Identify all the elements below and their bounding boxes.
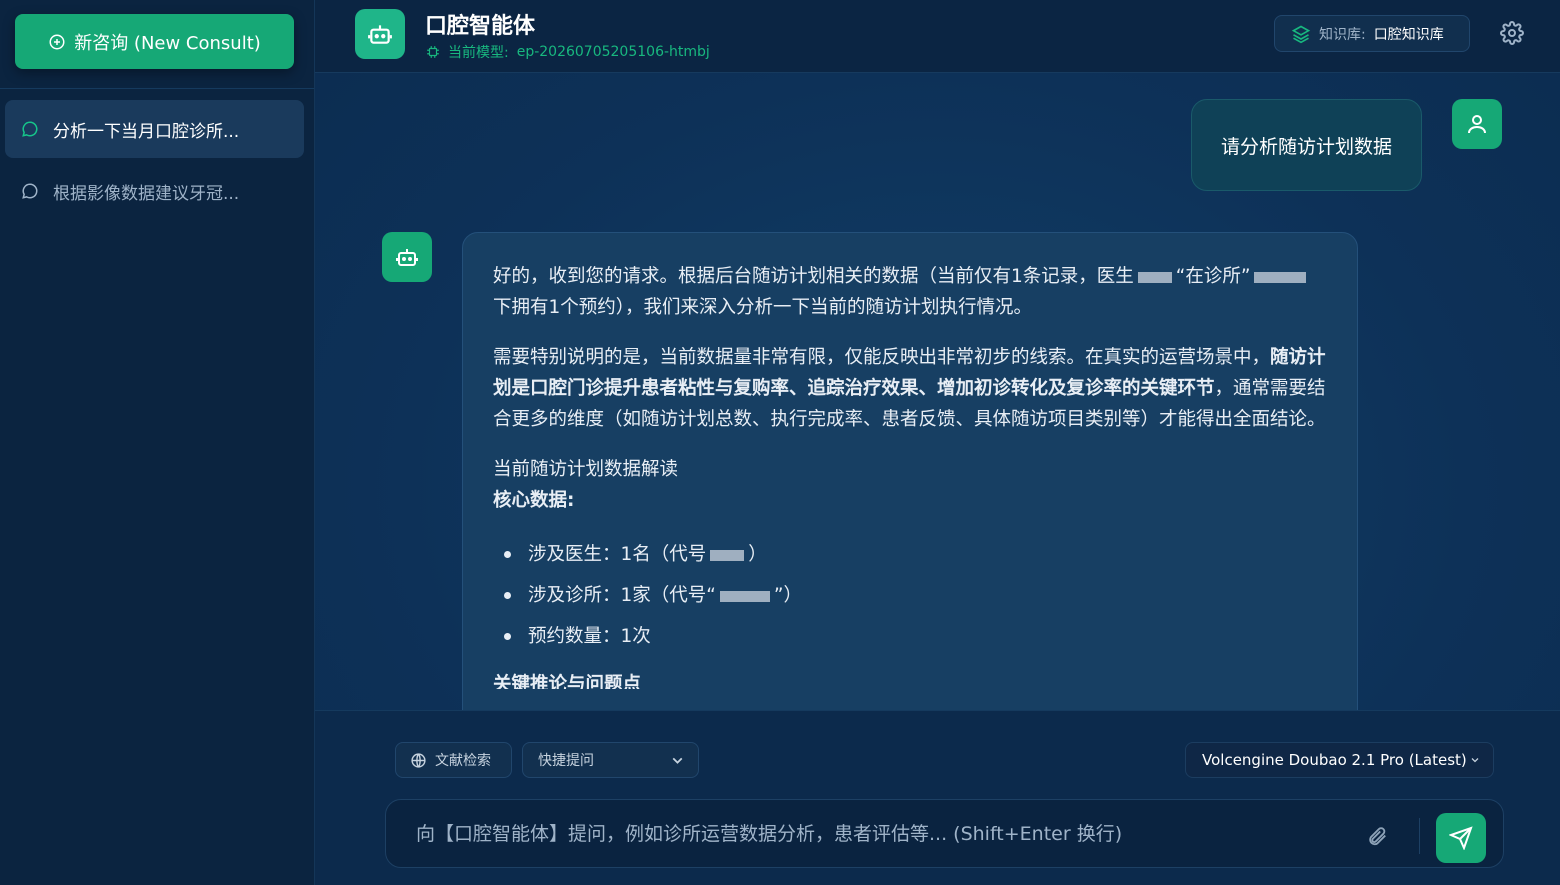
composer: 文献检索 快捷提问 Volcengine Doubao 2.1 Pro (Lat…: [315, 710, 1560, 885]
redacted-block: [1254, 271, 1307, 283]
globe-icon: [411, 752, 426, 768]
model-select[interactable]: Volcengine Doubao 2.1 Pro (Latest): [1185, 742, 1494, 778]
model-select-value: Volcengine Doubao 2.1 Pro (Latest): [1202, 751, 1467, 769]
bot-paragraph: 好的，收到您的请求。根据后台随访计划相关的数据（当前仅有1条记录，医生 “在诊所”…: [493, 261, 1327, 323]
knowledge-base-chip[interactable]: 知识库: 口腔知识库: [1274, 15, 1470, 52]
message-input-box: [385, 799, 1504, 868]
current-model: 当前模型: ep-20260705205106-htmbj: [426, 42, 710, 62]
list-item: 预约数量：1次: [493, 616, 1327, 657]
bot-paragraph: 需要特别说明的是，当前数据量非常有限，仅能反映出非常初步的线索。在真实的运营场景…: [493, 342, 1327, 435]
literature-search-label: 文献检索: [435, 753, 491, 769]
bot-text: 在诊所: [1185, 266, 1241, 287]
core-label: 核心数据:: [493, 490, 575, 511]
conversation-label: 分析一下当月口腔诊所...: [53, 121, 240, 142]
list-item-text: 预约数量：1次: [528, 626, 651, 647]
model-id: ep-20260705205106-htmbj: [516, 44, 710, 60]
chevron-down-icon: [672, 757, 683, 764]
list-item-text: 涉及医生：1名（代号: [528, 544, 707, 565]
layers-icon: [1291, 25, 1311, 43]
model-prefix: 当前模型:: [448, 45, 509, 61]
send-icon: [1449, 826, 1473, 850]
bot-text: 好的，收到您的请求。根据后台随访计划相关的数据（当前仅有1条记录，医生: [493, 266, 1134, 287]
chevron-down-icon: [1471, 758, 1479, 763]
bot-text: 需要特别说明的是，当前数据量非常有限，仅能反映出非常初步的线索。在真实的运营场景…: [493, 347, 1271, 368]
plus-circle-icon: [49, 34, 65, 49]
user-icon: [1468, 115, 1486, 134]
user-message: 请分析随访计划数据: [1191, 99, 1422, 191]
user-avatar: [1452, 99, 1502, 149]
chat-bubble-icon: [22, 183, 38, 199]
app-root: 新咨询 (New Consult) 分析一下当月口腔诊所... 根据影像数据建议…: [0, 0, 1560, 885]
bot-section: 当前随访计划数据解读 核心数据:: [493, 454, 1327, 516]
bot-list: 涉及医生：1名（代号） 涉及诊所：1家（代号“”） 预约数量：1次: [493, 534, 1327, 657]
chat-area[interactable]: 请分析随访计划数据 好的，收到您的请求。根据后台随访计划相关的数据（当前仅有1条…: [315, 73, 1560, 710]
chat-bubble-icon: [22, 121, 38, 137]
paperclip-icon[interactable]: [1366, 825, 1388, 847]
sidebar-divider: [0, 88, 314, 89]
input-separator: [1419, 818, 1420, 854]
redacted-block: [1137, 271, 1172, 283]
list-item-text: 涉及诊所：1家（代号: [528, 585, 707, 606]
sidebar: 新咨询 (New Consult) 分析一下当月口腔诊所... 根据影像数据建议…: [0, 0, 315, 885]
new-consult-label: 新咨询 (New Consult): [74, 32, 261, 54]
agent-avatar: [355, 9, 405, 59]
robot-icon: [368, 25, 392, 44]
message-input[interactable]: [416, 800, 1366, 867]
kb-value: 口腔知识库: [1373, 26, 1444, 43]
agent-title: 口腔智能体: [425, 14, 536, 39]
main-panel: 口腔智能体 当前模型: ep-20260705205106-htmbj 知识库:…: [315, 0, 1560, 885]
top-bar: 口腔智能体 当前模型: ep-20260705205106-htmbj 知识库:…: [315, 0, 1560, 73]
bot-avatar: [382, 232, 432, 282]
list-item: 涉及医生：1名（代号）: [493, 534, 1327, 575]
robot-icon: [396, 249, 418, 266]
gear-icon[interactable]: [1500, 21, 1524, 45]
quick-question-label: 快捷提问: [538, 753, 594, 769]
chip-icon: [427, 46, 439, 58]
list-item: 涉及诊所：1家（代号“”）: [493, 575, 1327, 616]
cutoff-heading: 关键推论与问题点: [493, 674, 642, 689]
redacted-block: [719, 590, 770, 602]
bot-message: 好的，收到您的请求。根据后台随访计划相关的数据（当前仅有1条记录，医生 “在诊所”…: [462, 232, 1358, 710]
conversation-label: 根据影像数据建议牙冠...: [53, 183, 240, 204]
redacted-block: [710, 549, 745, 561]
section-title: 当前随访计划数据解读: [493, 459, 679, 480]
send-button[interactable]: [1436, 813, 1486, 863]
literature-search-button[interactable]: 文献检索: [395, 742, 512, 778]
quick-question-select[interactable]: 快捷提问: [522, 742, 699, 778]
conversation-item[interactable]: 分析一下当月口腔诊所...: [5, 100, 304, 158]
new-consult-button[interactable]: 新咨询 (New Consult): [15, 14, 294, 69]
bot-text: 下拥有1个预约），我们来深入分析一下当前的随访计划执行情况。: [493, 297, 1033, 318]
conversation-item[interactable]: 根据影像数据建议牙冠...: [5, 162, 304, 220]
kb-label: 知识库:: [1319, 26, 1366, 43]
